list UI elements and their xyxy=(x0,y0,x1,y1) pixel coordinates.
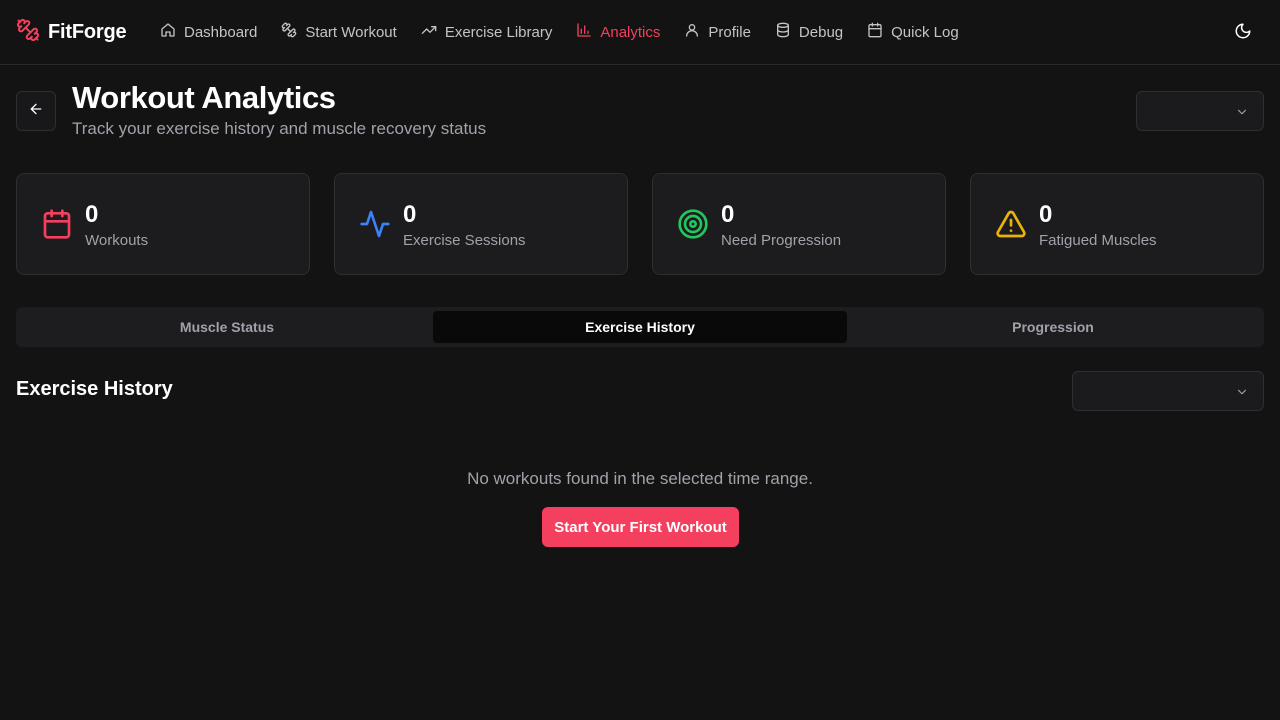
bar-chart-icon xyxy=(576,22,592,42)
user-icon xyxy=(684,22,700,42)
nav-item-label: Exercise Library xyxy=(444,23,553,41)
trending-up-icon xyxy=(421,22,437,42)
stat-card-fatigued-muscles: 0 Fatigued Muscles xyxy=(970,173,1264,275)
activity-icon xyxy=(359,208,391,240)
nav-item-exercise-library[interactable]: Exercise Library xyxy=(421,20,553,44)
calendar-icon xyxy=(41,208,73,240)
nav-item-analytics[interactable]: Analytics xyxy=(576,20,660,44)
home-icon xyxy=(160,22,176,42)
stat-label: Fatigued Muscles xyxy=(1039,232,1157,249)
stat-card-workouts: 0 Workouts xyxy=(16,173,310,275)
page-title: Workout Analytics xyxy=(72,80,336,115)
moon-icon xyxy=(1234,23,1252,44)
target-icon xyxy=(677,208,709,240)
stat-card-exercise-sessions: 0 Exercise Sessions xyxy=(334,173,628,275)
brand-name: FitForge xyxy=(48,20,127,43)
nav-item-label: Analytics xyxy=(600,23,661,41)
tab-muscle-status[interactable]: Muscle Status xyxy=(20,311,434,343)
stat-label: Workouts xyxy=(85,232,149,249)
stat-label: Exercise Sessions xyxy=(403,232,526,249)
stat-value: 0 xyxy=(85,201,99,228)
nav-item-label: Dashboard xyxy=(184,23,258,41)
top-navigation: FitForge Dashboard Start Workout Exercis… xyxy=(0,0,1280,65)
nav-item-dashboard[interactable]: Dashboard xyxy=(160,20,257,44)
time-range-select[interactable] xyxy=(1136,91,1264,131)
back-button[interactable] xyxy=(16,91,56,131)
alert-triangle-icon xyxy=(995,208,1027,240)
tab-progression[interactable]: Progression xyxy=(846,311,1260,343)
dumbbell-logo-icon xyxy=(16,18,40,47)
nav-item-debug[interactable]: Debug xyxy=(775,20,843,44)
nav-item-label: Start Workout xyxy=(305,23,397,41)
nav-item-label: Debug xyxy=(798,23,844,41)
chevron-down-icon xyxy=(1235,105,1249,119)
stat-value: 0 xyxy=(721,201,735,228)
stat-label: Need Progression xyxy=(721,232,842,249)
start-first-workout-button[interactable]: Start Your First Workout xyxy=(542,507,739,547)
chevron-down-icon xyxy=(1235,385,1249,399)
database-icon xyxy=(775,22,791,42)
nav-item-label: Quick Log xyxy=(891,23,959,41)
nav-item-label: Profile xyxy=(708,23,751,41)
section-title: Exercise History xyxy=(16,378,173,400)
analytics-tabs: Muscle Status Exercise History Progressi… xyxy=(16,307,1264,347)
dumbbell-icon xyxy=(281,22,297,42)
arrow-left-icon xyxy=(28,101,44,122)
brand-logo[interactable]: FitForge xyxy=(16,18,127,47)
page-subtitle: Track your exercise history and muscle r… xyxy=(72,119,487,138)
nav-item-profile[interactable]: Profile xyxy=(684,20,751,44)
empty-state-message: No workouts found in the selected time r… xyxy=(467,469,813,488)
exercise-filter-select[interactable] xyxy=(1072,371,1264,411)
nav-menu: Dashboard Start Workout Exercise Library xyxy=(160,20,983,44)
theme-toggle-button[interactable] xyxy=(1234,22,1254,42)
stat-card-need-progression: 0 Need Progression xyxy=(652,173,946,275)
nav-item-start-workout[interactable]: Start Workout xyxy=(281,20,397,44)
stat-value: 0 xyxy=(403,201,417,228)
nav-item-quick-log[interactable]: Quick Log xyxy=(867,20,959,44)
tab-exercise-history[interactable]: Exercise History xyxy=(433,311,847,343)
stat-value: 0 xyxy=(1039,201,1053,228)
calendar-icon xyxy=(867,22,883,42)
